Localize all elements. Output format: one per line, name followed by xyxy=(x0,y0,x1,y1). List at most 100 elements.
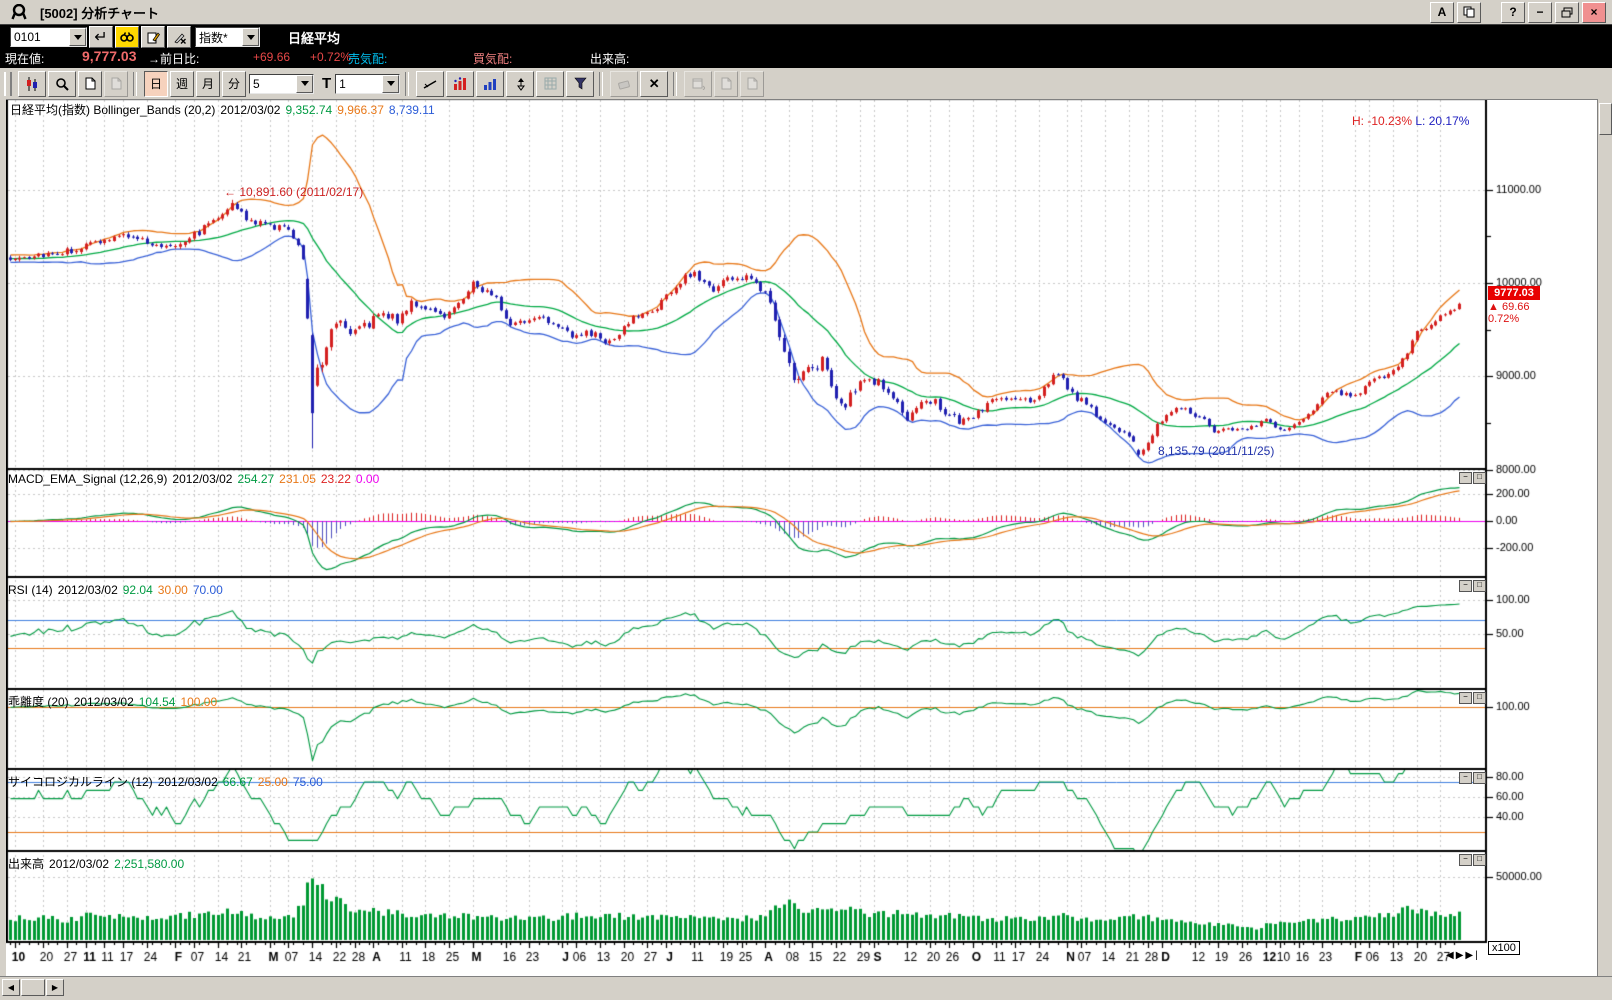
scrollbar-right-arrow[interactable]: ▶ xyxy=(46,979,64,996)
chart-nav-buttons: ◀▶▶| xyxy=(1446,950,1480,961)
page-disabled-button xyxy=(104,70,128,97)
indicator-blue-button[interactable] xyxy=(476,70,505,97)
up-arrow-icon: ▲ xyxy=(1488,301,1499,313)
grid-button[interactable] xyxy=(536,70,565,97)
macd-panel-buttons: − □ xyxy=(1459,472,1486,484)
scrollbar-left-arrow[interactable]: ◀ xyxy=(2,979,20,996)
help-button[interactable]: ? xyxy=(1501,1,1525,23)
bb-upper-value: 9,966.37 xyxy=(337,103,384,117)
bars-combobox[interactable]: 1 xyxy=(335,73,401,94)
bid-label: 買気配: xyxy=(473,52,513,66)
interval-dropdown-button[interactable] xyxy=(296,74,313,93)
delete-all-button[interactable]: ✕ xyxy=(640,70,669,97)
filter-button[interactable] xyxy=(566,70,595,97)
index-combobox[interactable]: 指数* xyxy=(195,27,260,47)
vertical-scrollbar[interactable] xyxy=(1597,99,1612,976)
updown-button[interactable] xyxy=(506,70,535,97)
kairi-title: 乖離度 (20) xyxy=(8,695,69,709)
copy-icon[interactable] xyxy=(1457,1,1481,23)
analysis-chart-window: [5002] 分析チャート A ? − × 0101 ↵ 指数* 日経平均 現在… xyxy=(0,0,1612,1000)
horizontal-scrollbar-thumb[interactable] xyxy=(21,979,45,996)
notepad-pencil-icon xyxy=(147,31,160,43)
panel-collapse-button[interactable]: − xyxy=(1459,854,1472,866)
font-button[interactable]: A xyxy=(1430,1,1454,23)
chevron-down-icon xyxy=(386,81,395,86)
panel-collapse-button[interactable]: − xyxy=(1459,692,1472,704)
window-save-icon xyxy=(692,78,705,90)
panel-collapse-button[interactable]: − xyxy=(1459,772,1472,784)
panel-collapse-button[interactable]: − xyxy=(1459,472,1472,484)
titlebar: [5002] 分析チャート A ? − × xyxy=(0,0,1612,25)
callout-change: 69.66 xyxy=(1501,301,1530,313)
panel-restore-button[interactable]: □ xyxy=(1473,854,1486,866)
red-histogram-icon xyxy=(454,76,467,90)
kairi-panel-header: 乖離度 (20) 2012/03/02 104.54 100.00 xyxy=(8,695,218,709)
return-arrow-icon: ↵ xyxy=(94,29,108,46)
candlestick-chart-button[interactable] xyxy=(18,70,46,97)
period-day-button[interactable]: 日 xyxy=(144,70,168,97)
enter-button[interactable]: ↵ xyxy=(89,26,113,48)
panel-restore-button[interactable]: □ xyxy=(1473,692,1486,704)
window-left-border xyxy=(0,99,6,976)
kairi-panel-buttons: − □ xyxy=(1459,692,1486,704)
period-minute-button[interactable]: 分 xyxy=(222,70,246,97)
bars-dropdown-button[interactable] xyxy=(382,74,400,93)
panel-restore-button[interactable]: □ xyxy=(1473,472,1486,484)
volume-value: 2,251,580.00 xyxy=(114,857,185,871)
bars-value: 1 xyxy=(339,76,346,91)
app-logo-icon xyxy=(6,2,32,22)
panel-restore-button[interactable]: □ xyxy=(1473,772,1486,784)
volume-panel-header: 出来高 2012/03/02 2,251,580.00 xyxy=(8,857,185,871)
symbol-name: 日経平均 xyxy=(288,30,341,46)
callout-percent: 0.72% xyxy=(1488,313,1520,325)
eraser-icon xyxy=(618,80,631,89)
psycho-panel-header: サイコロジカルライン (12) 2012/03/02 66.67 25.00 75.00 xyxy=(8,775,323,789)
chevron-down-icon xyxy=(300,81,309,86)
panel-restore-button[interactable]: □ xyxy=(1473,580,1486,592)
high-low-readout: H: -10.23% L: 20.17% xyxy=(1352,114,1469,128)
volume-title: 出来高 xyxy=(8,857,45,871)
panel-collapse-button[interactable]: − xyxy=(1459,580,1472,592)
symbol-code-dropdown-button[interactable] xyxy=(69,28,86,46)
up-down-arrows-icon xyxy=(516,77,525,91)
index-dropdown-button[interactable] xyxy=(242,28,259,46)
trough-annotation: 8,135.79 (2011/11/25) xyxy=(1158,444,1275,458)
chart-canvas[interactable] xyxy=(0,0,1612,1000)
minimize-button[interactable]: − xyxy=(1528,1,1552,23)
interval-combobox[interactable]: 5 xyxy=(249,73,314,94)
symbol-code-combobox[interactable]: 0101 xyxy=(10,27,87,47)
trendline-button[interactable] xyxy=(416,70,445,97)
macd-panel-header: MACD_EMA_Signal (12,26,9) 2012/03/02 254.2… xyxy=(8,472,380,486)
page-icon xyxy=(747,77,758,90)
vertical-scrollbar-thumb[interactable] xyxy=(1599,103,1612,135)
quote-bar: 0101 ↵ 指数* 日経平均 現在値: 9,777.03 →前日比: +69.… xyxy=(0,25,1612,70)
scroll-left-button[interactable]: ◀ xyxy=(1446,950,1456,961)
horizontal-scrollbar[interactable]: ◀ ▶ xyxy=(2,979,64,996)
page-icon xyxy=(721,77,732,90)
zoom-button[interactable] xyxy=(48,70,76,97)
edit-button[interactable] xyxy=(141,26,165,48)
scroll-end-button[interactable]: ▶| xyxy=(1465,950,1479,961)
current-price-callout: 9777.03 ▲ 69.66 0.72% xyxy=(1488,286,1540,325)
period-week-button[interactable]: 週 xyxy=(170,70,194,97)
restore-button[interactable] xyxy=(1555,1,1579,23)
new-page-button[interactable] xyxy=(78,70,102,97)
close-button[interactable]: × xyxy=(1582,1,1606,23)
period-month-button[interactable]: 月 xyxy=(196,70,220,97)
change-value: +69.66 xyxy=(253,50,291,64)
bottom-strip: ◀ ▶ xyxy=(0,976,1612,1000)
change-percent: +0.72% xyxy=(310,50,352,64)
resize-grip[interactable] xyxy=(1596,979,1612,995)
callout-price: 9777.03 xyxy=(1488,286,1540,300)
print-button xyxy=(740,70,765,97)
binoculars-icon xyxy=(120,32,134,42)
draw-off-button[interactable] xyxy=(167,26,191,48)
indicator-red-button[interactable] xyxy=(446,70,475,97)
peak-annotation: ← 10,891.60 (2011/02/17) xyxy=(224,185,364,199)
low-percent: L: 20.17% xyxy=(1415,114,1470,128)
search-button[interactable] xyxy=(115,26,139,48)
funnel-icon xyxy=(574,77,587,90)
ask-label: 売気配: xyxy=(348,52,388,66)
toolbar-grip[interactable] xyxy=(4,71,12,96)
scroll-right-button[interactable]: ▶ xyxy=(1456,950,1466,961)
